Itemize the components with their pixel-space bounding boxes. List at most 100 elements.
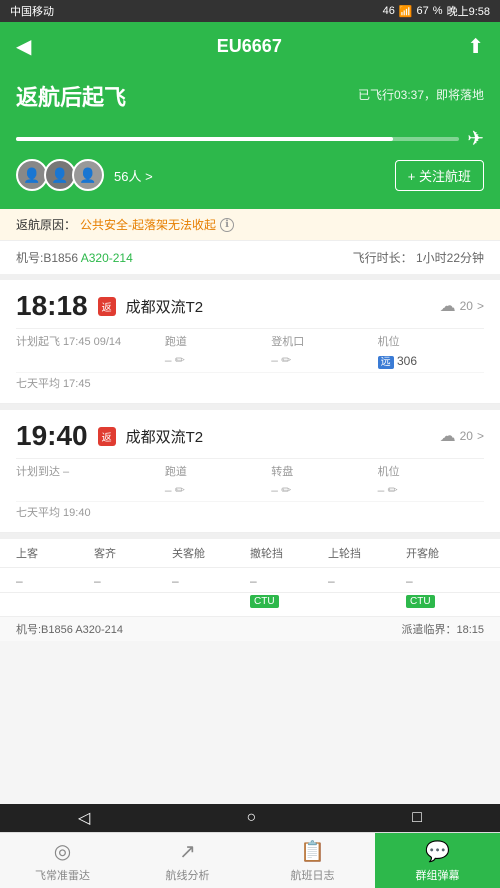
nav-log[interactable]: 📋 航班日志 [250,833,375,888]
ops-header: 上客 客齐 关客舱 撤轮挡 上轮挡 开客舱 [0,539,500,568]
time-label: 晚上9:58 [447,3,490,19]
ops-d2: – [94,574,172,588]
back-sys-button[interactable]: ◁ [78,808,90,828]
dep-avg-col4 [378,375,484,391]
log-icon: 📋 [300,839,325,864]
dep-avg-label: 七天平均 17:45 [16,375,165,391]
dep-airport: 成都双流T2 [126,296,204,317]
nav-route[interactable]: ↗ 航线分析 [125,833,250,888]
nav-radar-label: 飞常准雷达 [35,867,90,883]
avatar-3: 👤 [72,159,104,191]
share-button[interactable]: ⬆ [467,34,484,59]
dep-val3: – ✏ [271,353,377,368]
ops-block: 上客 客齐 关客舱 撤轮挡 上轮挡 开客舱 – – – – – – CTU CT… [0,533,500,616]
flight-banner: 返航后起飞 已飞行03:37，即将落地 ✈ 👤 👤 👤 56人 > + 关注航班 [0,70,500,209]
arr-avg-col4 [378,504,484,520]
aircraft-info: 机号:B1856 A320-214 [16,249,133,266]
departure-block: 18:18 返 成都双流T2 ☁ 20 > 计划起飞 17:45 09/14 跑… [0,280,500,404]
arr-avg-col2 [165,504,271,520]
ops-d4: – [250,574,328,588]
status-bar: 中国移动 46 📶 67% 晚上9:58 [0,0,500,22]
info-icon[interactable]: ℹ [220,218,234,232]
chat-icon: 💬 [425,839,450,864]
arr-detail-header: 计划到达 – 跑道 转盘 机位 [16,458,484,481]
battery-label: 67 [417,5,429,17]
ops-h6: 开客舱 [406,545,484,561]
nav-route-label: 航线分析 [166,867,210,883]
aircraft-type-link[interactable]: A320-214 [81,251,133,265]
arr-badge: 返 [98,427,116,446]
dep-temp: 20 [460,299,473,313]
bottom-left: 机号:B1856 A320-214 [16,621,123,637]
arr-val4: – ✏ [378,483,484,497]
ops-d5: – [328,574,406,588]
dep-detail-header: 计划起飞 17:45 09/14 跑道 登机口 机位 [16,328,484,351]
nav-chat[interactable]: 💬 群组弹幕 [375,833,500,888]
route-icon: ↗ [179,839,196,864]
duration-info: 飞行时长： 1小时22分钟 [353,249,484,266]
arr-airport: 成都双流T2 [126,426,204,447]
followers-row: 👤 👤 👤 56人 > + 关注航班 [16,159,484,203]
ops-s2 [94,595,172,608]
ops-s5 [328,595,406,608]
reason-bar: 返航原因： 公共安全-起落架无法收起 ℹ [0,209,500,241]
header: ◀ EU6667 ⬆ [0,22,500,70]
carrier-label: 中国移动 [10,3,54,19]
ops-s6: CTU [406,595,484,608]
dep-val2: – ✏ [165,353,271,368]
ctu-badge-1: CTU [250,595,279,608]
ops-h2: 客齐 [94,545,172,561]
progress-fill [16,137,393,141]
ops-s4: CTU [250,595,328,608]
recent-sys-button[interactable]: □ [412,809,422,827]
ops-data: – – – – – – [0,568,500,593]
ops-d6: – [406,574,484,588]
ctu-badge-2: CTU [406,595,435,608]
signal-label: 46 [383,5,395,17]
dep-top: 18:18 返 成都双流T2 ☁ 20 > [16,290,484,322]
progress-track [16,137,459,141]
dep-detail-values: – ✏ – ✏ 远 306 [16,351,484,372]
bottom-nav: ◎ 飞常准雷达 ↗ 航线分析 📋 航班日志 💬 群组弹幕 [0,832,500,888]
home-sys-button[interactable]: ○ [246,809,256,827]
arr-col3-header: 转盘 [271,463,377,479]
back-button[interactable]: ◀ [16,34,31,59]
dep-val4: 远 306 [378,353,484,368]
flight-number-title: EU6667 [217,36,282,57]
dep-col3-header: 登机口 [271,333,377,349]
arr-col1-header: 计划到达 – [16,463,165,479]
scroll-content: 返航后起飞 已飞行03:37，即将落地 ✈ 👤 👤 👤 56人 > + 关注航班… [0,70,500,804]
dep-avg-col3 [271,375,377,391]
dep-time: 18:18 [16,290,88,322]
radar-icon: ◎ [54,839,71,864]
arr-time: 19:40 [16,420,88,452]
bottom-info-bar: 机号:B1856 A320-214 派遣临界：18:15 [0,616,500,641]
progress-container: ✈ [16,126,484,151]
arr-avg-col3 [271,504,377,520]
ops-h1: 上客 [16,545,94,561]
followers-count[interactable]: 56人 > [114,166,153,185]
arr-detail-values: – ✏ – ✏ – ✏ [16,481,484,501]
arr-temp: 20 [460,429,473,443]
ops-h5: 上轮挡 [328,545,406,561]
arr-avg-label: 七天平均 19:40 [16,504,165,520]
nav-log-label: 航班日志 [291,867,335,883]
ops-h3: 关客舱 [172,545,250,561]
arr-avg-row: 七天平均 19:40 [16,501,484,526]
arr-col2-header: 跑道 [165,463,271,479]
ops-s1 [16,595,94,608]
arr-val1 [16,483,165,497]
gate-badge: 远 [378,356,394,369]
nav-radar[interactable]: ◎ 飞常准雷达 [0,833,125,888]
dep-avg-col2 [165,375,271,391]
dep-col2-header: 跑道 [165,333,271,349]
arr-val2: – ✏ [165,483,271,497]
arr-chevron[interactable]: > [477,429,484,443]
ops-d3: – [172,574,250,588]
ops-d1: – [16,574,94,588]
flight-status: 返航后起飞 [16,80,126,112]
follow-button[interactable]: + 关注航班 [395,160,484,191]
dep-chevron[interactable]: > [477,299,484,313]
nav-chat-label: 群组弹幕 [416,867,460,883]
plane-icon: ✈ [467,126,484,151]
